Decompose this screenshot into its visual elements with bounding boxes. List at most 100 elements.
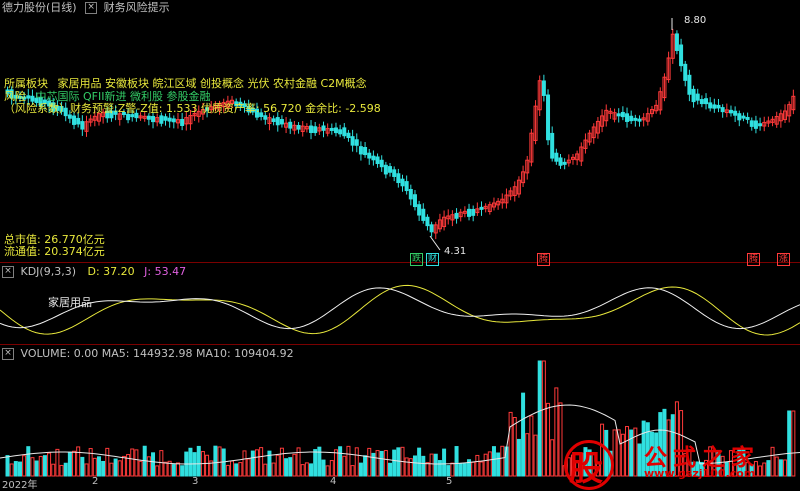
volume-bar — [288, 457, 293, 477]
volume-bar — [346, 445, 351, 477]
x-axis-label: 4 — [330, 476, 337, 487]
volume-bar — [96, 456, 101, 477]
volume-bar — [404, 457, 409, 477]
volume-bar — [34, 460, 39, 477]
kdj-j-value: J: 53.47 — [144, 265, 187, 278]
volume-bar — [213, 445, 218, 477]
candle-body — [625, 113, 630, 122]
volume-bar — [329, 460, 334, 477]
candle-body — [716, 104, 721, 109]
volume-bar — [363, 455, 368, 477]
candle-body — [363, 146, 368, 156]
volume-bar — [537, 360, 542, 477]
pane-separator-kdj[interactable] — [0, 262, 800, 263]
float-cap: 流通值: 20.374亿元 — [4, 245, 105, 258]
volume-bar — [333, 449, 338, 477]
candle-body — [421, 208, 426, 221]
risk-info-line: （风险系数）财务预警:Z警-Z值: 1.533 优质资产率: 56.720 金余… — [4, 102, 381, 115]
volume-bar — [500, 445, 505, 477]
candle-body — [288, 121, 293, 129]
volume-bar — [17, 461, 22, 477]
candle-body — [76, 117, 81, 125]
volume-bar — [508, 411, 513, 477]
close-kdj-icon[interactable]: × — [2, 266, 14, 278]
candle-body — [546, 94, 551, 141]
volume-bar — [412, 455, 417, 477]
candle-body — [146, 115, 151, 120]
volume-bar — [84, 463, 89, 477]
logo-char: 股 — [569, 449, 603, 489]
candle-body — [263, 115, 268, 120]
logo-url: www.gszj100.com — [644, 467, 756, 480]
candle-body — [758, 123, 763, 127]
low-marker — [429, 235, 441, 251]
candle-body — [471, 208, 476, 216]
candle-body — [674, 33, 679, 51]
volume-bar — [117, 460, 122, 477]
volume-bar — [259, 447, 264, 477]
kdj-k-line — [0, 287, 800, 330]
volume-bar — [313, 449, 318, 477]
watermark-logo: 股 公式之家 www.gszj100.com — [560, 438, 790, 490]
x-axis-label: 3 — [192, 476, 199, 487]
volume-bar — [159, 450, 164, 477]
candle-body — [371, 155, 376, 161]
candle-body — [683, 63, 688, 81]
volume-bar — [479, 461, 484, 477]
kdj-d-line — [0, 284, 800, 336]
volume-bar — [38, 455, 43, 477]
chart-canvas[interactable] — [0, 0, 800, 489]
signal-badge: 跌 — [410, 253, 424, 266]
signal-badge: 腾 — [537, 253, 551, 266]
candle-body — [550, 132, 555, 159]
candle-body — [309, 125, 314, 133]
candle-body — [425, 216, 430, 227]
volume-bar — [72, 450, 77, 477]
volume-bar — [271, 462, 276, 477]
candle-body — [704, 98, 709, 105]
volume-bar — [425, 462, 430, 477]
volume-bar — [317, 446, 322, 477]
candle-body — [562, 161, 567, 165]
volume-bar — [279, 447, 284, 477]
volume-bar — [163, 461, 168, 477]
volume-bar — [379, 450, 384, 477]
volume-bar — [109, 462, 114, 477]
candle-body — [753, 120, 758, 129]
volume-bar — [5, 455, 10, 477]
candle-body — [637, 118, 642, 122]
volume-bar — [371, 452, 376, 477]
volume-bar — [791, 410, 796, 477]
candle-body — [338, 129, 343, 135]
candle-body — [728, 109, 733, 114]
volume-bar — [221, 448, 226, 477]
volume-bar — [26, 446, 31, 477]
candle-body — [72, 115, 77, 125]
volume-bar — [180, 465, 185, 477]
candle-body — [695, 93, 700, 101]
candle-body — [408, 188, 413, 200]
candle-body — [699, 99, 704, 105]
volume-bar — [121, 455, 126, 477]
candle-body — [379, 159, 384, 168]
volume-bar — [392, 449, 397, 477]
kdj-name[interactable]: KDJ(9,3,3) — [21, 265, 77, 278]
volume-bar — [546, 402, 551, 477]
candle-body — [180, 118, 185, 126]
candle-body — [321, 125, 326, 131]
pane-separator-volume[interactable] — [0, 344, 800, 345]
candle-body — [271, 118, 276, 123]
candle-body — [313, 126, 318, 134]
candle-body — [392, 169, 397, 177]
candle-body — [296, 125, 301, 130]
volume-bar — [396, 447, 401, 477]
candle-body — [159, 115, 164, 124]
volume-bar — [491, 446, 496, 477]
volume-bar — [188, 447, 193, 477]
candle-body — [383, 164, 388, 175]
volume-bar — [417, 447, 422, 477]
volume-bar — [383, 450, 388, 477]
candle-body — [417, 204, 422, 216]
close-volume-icon[interactable]: × — [2, 348, 14, 360]
volume-bar — [550, 439, 555, 477]
